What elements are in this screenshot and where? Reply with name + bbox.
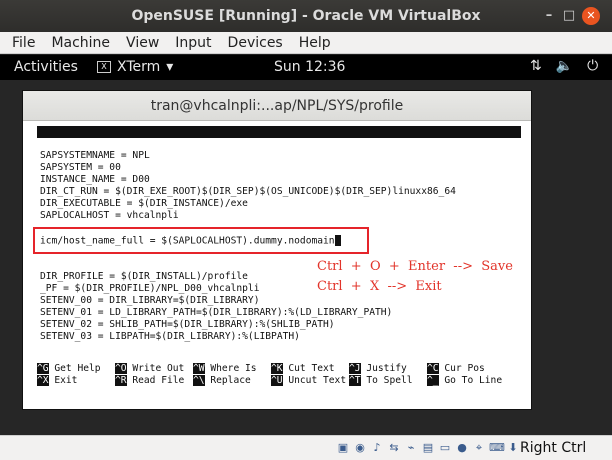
- file-line[interactable]: SETENV_02 = SHLIB_PATH=$(DIR_LIBRARY):%(…: [40, 319, 335, 331]
- nano-filename: File: NPL_D00_vhcalnpli: [225, 150, 358, 161]
- highlighted-line-text: icm/host_name_full = $(SAPLOCALHOST).dum…: [40, 235, 335, 247]
- menu-machine[interactable]: Machine: [43, 35, 118, 51]
- shortcut-exit[interactable]: ^X Exit: [37, 375, 77, 387]
- menu-view[interactable]: View: [118, 35, 167, 51]
- nano-header: GNU nano 2.8.5 File: NPL_D00_vhcalnpli M…: [37, 126, 521, 173]
- save-annotation: Ctrl + O + Enter --> Save: [317, 259, 513, 274]
- guest-display[interactable]: Activities X XTerm ▾ Sun 12:36 ⇅ 🔈 ⏻ ▾ t…: [0, 55, 612, 435]
- app-menu-label: XTerm: [117, 59, 161, 75]
- xterm-icon: X: [97, 61, 111, 73]
- file-line[interactable]: SETENV_01 = LD_LIBRARY_PATH=$(DIR_LIBRAR…: [40, 307, 392, 319]
- shortcut-justify[interactable]: ^J Justify: [349, 363, 407, 375]
- file-line[interactable]: SETENV_00 = DIR_LIBRARY=$(DIR_LIBRARY): [40, 295, 260, 307]
- shortcut-replace[interactable]: ^\ Replace: [193, 375, 251, 387]
- usb-icon[interactable]: ⌁: [404, 440, 418, 456]
- clock[interactable]: Sun 12:36: [274, 59, 345, 75]
- file-line[interactable]: DIR_PROFILE = $(DIR_INSTALL)/profile: [40, 271, 248, 283]
- file-line[interactable]: SETENV_03 = LIBPATH=$(DIR_LIBRARY):%(LIB…: [40, 331, 300, 343]
- chevron-down-icon: ▾: [166, 59, 174, 75]
- record-icon[interactable]: ●: [455, 440, 469, 456]
- menu-help[interactable]: Help: [291, 35, 339, 51]
- shortcut-get-help[interactable]: ^G Get Help: [37, 363, 101, 375]
- host-key-label: Right Ctrl: [520, 440, 587, 456]
- close-button[interactable]: ✕: [582, 7, 600, 25]
- minimize-button[interactable]: –: [540, 7, 558, 25]
- text-cursor: [334, 235, 341, 246]
- menu-file[interactable]: File: [4, 35, 43, 51]
- shortcut-read-file[interactable]: ^R Read File: [115, 375, 184, 387]
- shortcut-to-spell[interactable]: ^T To Spell: [349, 375, 413, 387]
- file-line[interactable]: SAPSYSTEMNAME = NPL: [40, 150, 150, 162]
- xterm-title: tran@vhcalnpli:...ap/NPL/SYS/profile: [150, 97, 404, 114]
- file-line[interactable]: _PF = $(DIR_PROFILE)/NPL_D00_vhcalnpli: [40, 283, 260, 295]
- arrow-down-icon[interactable]: ⬇: [506, 440, 520, 456]
- shortcut-uncut-text[interactable]: ^U Uncut Text: [271, 375, 346, 387]
- xterm-window[interactable]: tran@vhcalnpli:...ap/NPL/SYS/profile GNU…: [22, 90, 532, 410]
- audio-icon[interactable]: ♪: [370, 440, 384, 456]
- nano-modified-flag: Modified: [455, 162, 502, 173]
- mouse-icon[interactable]: ⌖: [472, 440, 486, 456]
- display-icon[interactable]: ▭: [438, 440, 452, 456]
- highlighted-file-line[interactable]: icm/host_name_full = $(SAPLOCALHOST).dum…: [40, 235, 341, 248]
- shortcut-go-to-line[interactable]: ^_ Go To Line: [427, 375, 502, 387]
- optical-icon[interactable]: ◉: [353, 440, 367, 456]
- nano-version: GNU nano 2.8.5: [41, 138, 122, 149]
- window-title: OpenSUSE [Running] - Oracle VM VirtualBo…: [131, 8, 481, 24]
- shortcut-cur-pos[interactable]: ^C Cur Pos: [427, 363, 485, 375]
- shared-folder-icon[interactable]: ▤: [421, 440, 435, 456]
- menu-devices[interactable]: Devices: [220, 35, 291, 51]
- vbox-statusbar: ▣ ◉ ♪ ⇆ ⌁ ▤ ▭ ● ⌖ ⌨ ⬇ Right Ctrl: [0, 435, 612, 460]
- keyboard-icon[interactable]: ⌨: [489, 440, 505, 456]
- file-line[interactable]: SAPLOCALHOST = vhcalnpli: [40, 210, 179, 222]
- xterm-titlebar[interactable]: tran@vhcalnpli:...ap/NPL/SYS/profile: [23, 91, 531, 121]
- exit-annotation: Ctrl + X --> Exit: [317, 279, 442, 294]
- file-line[interactable]: DIR_CT_RUN = $(DIR_EXE_ROOT)$(DIR_SEP)$(…: [40, 186, 456, 198]
- shortcut-cut-text[interactable]: ^K Cut Text: [271, 363, 335, 375]
- vbox-menubar: File Machine View Input Devices Help: [0, 32, 612, 54]
- file-line[interactable]: DIR_EXECUTABLE = $(DIR_INSTANCE)/exe: [40, 198, 248, 210]
- network-icon[interactable]: ⇆: [387, 440, 401, 456]
- disk-icon[interactable]: ▣: [336, 440, 350, 456]
- network-icon: ⇅: [530, 58, 542, 74]
- sound-icon: 🔈: [555, 58, 574, 74]
- file-line[interactable]: SAPSYSTEM = 00: [40, 162, 121, 174]
- gnome-top-bar: Activities X XTerm ▾ Sun 12:36 ⇅ 🔈 ⏻ ▾: [0, 55, 612, 80]
- menu-input[interactable]: Input: [167, 35, 219, 51]
- shortcut-write-out[interactable]: ^O Write Out: [115, 363, 184, 375]
- maximize-button[interactable]: □: [560, 7, 578, 25]
- app-menu[interactable]: X XTerm ▾: [97, 59, 173, 75]
- nano-editor[interactable]: GNU nano 2.8.5 File: NPL_D00_vhcalnpli M…: [33, 126, 521, 398]
- activities-button[interactable]: Activities: [14, 59, 78, 75]
- file-line[interactable]: INSTANCE_NAME = D00: [40, 174, 150, 186]
- vbox-titlebar: OpenSUSE [Running] - Oracle VM VirtualBo…: [0, 0, 612, 32]
- shortcut-where-is[interactable]: ^W Where Is: [193, 363, 257, 375]
- device-indicators: ▣ ◉ ♪ ⇆ ⌁ ▤ ▭ ● ⌖ ⌨ ⬇: [336, 440, 520, 456]
- power-icon: ⏻: [587, 58, 599, 74]
- system-tray[interactable]: ⇅ 🔈 ⏻ ▾: [530, 58, 612, 74]
